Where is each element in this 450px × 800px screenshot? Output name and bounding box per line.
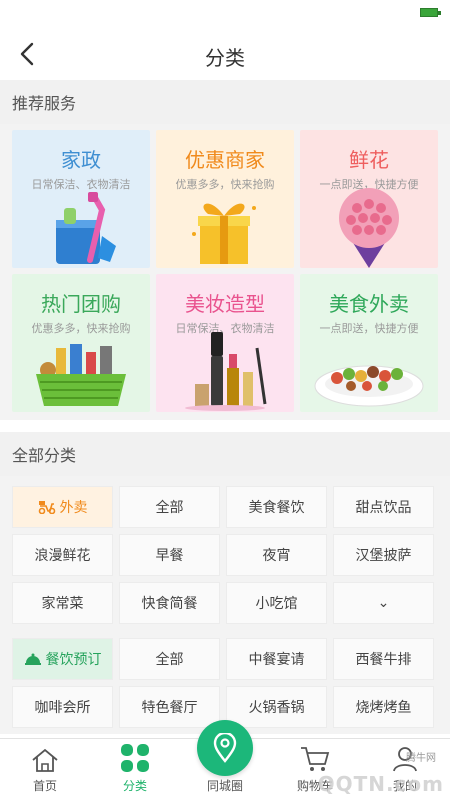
- location-pin-icon: [213, 733, 237, 763]
- tab-label: 同城圈: [206, 779, 243, 793]
- category-item[interactable]: 特色餐厅: [119, 686, 220, 728]
- home-icon: [32, 748, 58, 772]
- service-title: 家政: [61, 148, 101, 172]
- category-head-label: 餐饮预订: [45, 652, 102, 668]
- service-card-group-buy[interactable]: 热门团购 优惠多多，快来抢购: [12, 274, 150, 412]
- battery-icon: [420, 8, 441, 17]
- category-item[interactable]: 火锅香锅: [226, 686, 327, 728]
- section-recommended-title: 推荐服务: [0, 80, 450, 124]
- service-card-food-delivery[interactable]: 美食外卖 一点即送，快捷方便: [300, 274, 438, 412]
- category-item[interactable]: 甜点饮品: [333, 486, 434, 528]
- category-item[interactable]: 汉堡披萨: [333, 534, 434, 576]
- section-all-categories-title: 全部分类: [0, 432, 450, 476]
- service-card-discount-merchants[interactable]: 优惠商家 优惠多多，快来抢购: [156, 130, 294, 268]
- category-item[interactable]: 家常菜: [12, 582, 113, 624]
- cosmetics-icon: [156, 326, 294, 412]
- flower-bouquet-icon: [300, 182, 438, 268]
- tab-label: 分类: [122, 779, 147, 793]
- category-item[interactable]: 全部: [119, 486, 220, 528]
- service-title: 优惠商家: [185, 148, 265, 172]
- category-item[interactable]: 全部: [119, 638, 220, 680]
- tab-label: 首页: [32, 779, 57, 793]
- recommended-services: 家政 日常保洁、衣物清洁 优惠商家 优惠多多，快来抢购 鲜花 一点即送，快捷方便…: [0, 124, 450, 420]
- service-card-beauty[interactable]: 美妆造型 日常保洁、衣物清洁: [156, 274, 294, 412]
- cleaning-bucket-icon: [12, 182, 150, 268]
- category-head-dining-booking[interactable]: 餐饮预订: [12, 638, 113, 680]
- shopping-basket-icon: [12, 326, 150, 412]
- category-item[interactable]: 夜宵: [226, 534, 327, 576]
- category-item[interactable]: 中餐宴请: [226, 638, 327, 680]
- watermark-logo: QQTN.com: [317, 772, 444, 796]
- group-divider: [12, 624, 438, 638]
- category-head-label: 外卖: [59, 500, 88, 516]
- cart-icon: [301, 747, 330, 771]
- service-card-housekeeping[interactable]: 家政 日常保洁、衣物清洁: [12, 130, 150, 268]
- header: 分类: [0, 28, 450, 80]
- category-item[interactable]: 快食简餐: [119, 582, 220, 624]
- all-categories: 外卖 全部 美食餐饮 甜点饮品 浪漫鲜花 早餐 夜宵 汉堡披萨 家常菜 快食简餐…: [0, 476, 450, 734]
- expand-chevron-icon[interactable]: ⌄: [333, 582, 434, 624]
- category-item[interactable]: 浪漫鲜花: [12, 534, 113, 576]
- category-item[interactable]: 早餐: [119, 534, 220, 576]
- tab-home[interactable]: 首页: [0, 739, 90, 800]
- category-grid-icon: [121, 744, 149, 772]
- category-item[interactable]: 烧烤烤鱼: [333, 686, 434, 728]
- dining-category-group: 餐饮预订 全部 中餐宴请 西餐牛排 咖啡会所 特色餐厅 火锅香锅 烧烤烤鱼: [12, 638, 438, 728]
- service-title: 美妆造型: [185, 292, 265, 316]
- category-item[interactable]: 咖啡会所: [12, 686, 113, 728]
- service-title: 美食外卖: [329, 292, 409, 316]
- service-title: 鲜花: [349, 148, 389, 172]
- category-item[interactable]: 美食餐饮: [226, 486, 327, 528]
- city-circle-location-button[interactable]: [197, 720, 253, 776]
- category-item[interactable]: 西餐牛排: [333, 638, 434, 680]
- scooter-icon: [38, 500, 56, 514]
- gift-box-icon: [156, 182, 294, 268]
- service-card-flowers[interactable]: 鲜花 一点即送，快捷方便: [300, 130, 438, 268]
- category-item[interactable]: 小吃馆: [226, 582, 327, 624]
- takeout-category-group: 外卖 全部 美食餐饮 甜点饮品 浪漫鲜花 早餐 夜宵 汉堡披萨 家常菜 快食简餐…: [12, 486, 438, 624]
- tab-category[interactable]: 分类: [90, 739, 180, 800]
- category-head-takeout[interactable]: 外卖: [12, 486, 113, 528]
- page-title: 分类: [205, 46, 245, 70]
- status-bar: [0, 0, 450, 28]
- watermark-small: 腾牛网: [406, 753, 436, 764]
- cloche-icon: [24, 652, 42, 666]
- service-title: 热门团购: [41, 292, 121, 316]
- food-plate-icon: [300, 326, 438, 412]
